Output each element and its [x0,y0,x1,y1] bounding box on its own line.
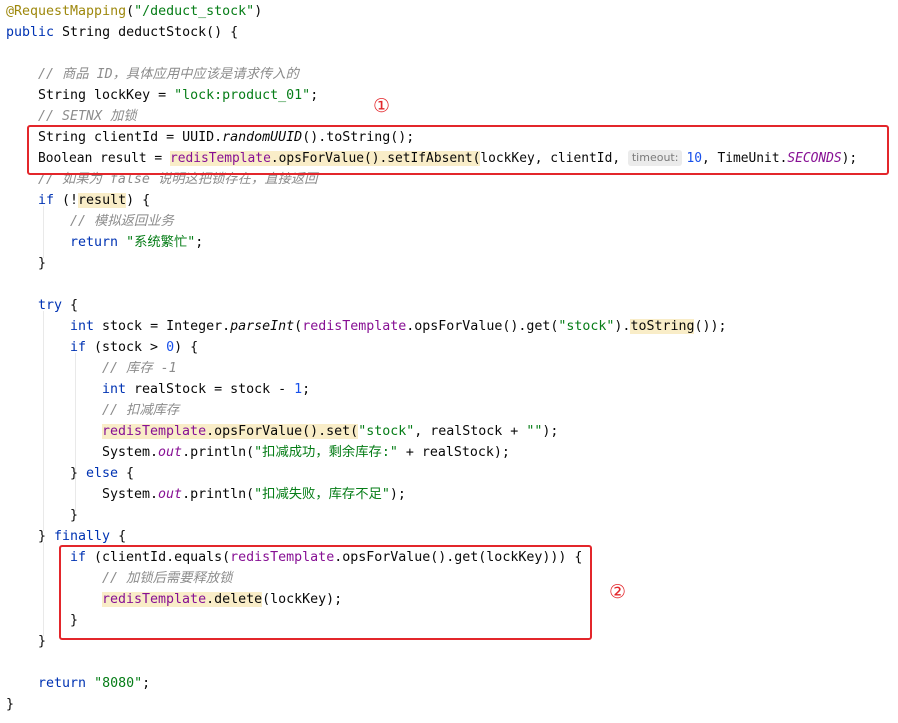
indent-guide [75,353,76,511]
code-line-19[interactable]: int realStock = stock - 1; [102,379,310,400]
string-literal: "" [526,424,543,439]
keyword: finally [54,529,111,544]
keyword: public [6,25,55,40]
indent-guide [43,206,44,258]
keyword: if [70,340,87,355]
code-line-6[interactable]: // SETNX 加锁 [38,106,137,127]
annotation-box-2 [59,545,592,640]
highlighted-variable: result [78,193,127,208]
code-line-18[interactable]: // 库存 -1 [102,358,177,379]
string-literal: "8080" [94,676,143,691]
string-literal: "系统繁忙" [126,235,196,250]
code-line-11[interactable]: // 模拟返回业务 [70,211,174,232]
code-line-12[interactable]: return "系统繁忙"; [70,232,203,253]
highlighted-call: .opsForValue().set( [206,424,359,439]
comment: // 模拟返回业务 [70,214,174,229]
string-literal: "lock:product_01" [174,88,311,103]
keyword: if [38,193,55,208]
code-line-2[interactable]: public String deductStock() { [6,22,238,43]
code-line-15[interactable]: try { [38,295,78,316]
annotation-marker-2: ② [609,581,627,603]
code-editor[interactable]: @RequestMapping("/deduct_stock") public … [0,0,898,723]
keyword: int [102,382,127,397]
comment: // 商品 ID，具体应用中应该是请求传入的 [38,67,299,82]
comment: // SETNX 加锁 [38,109,137,124]
field: redisTemplate [302,319,407,334]
code-line-26[interactable]: } finally { [38,526,126,547]
string-literal: "/deduct_stock" [134,4,255,19]
keyword: try [38,298,63,313]
highlighted-call: toString [630,319,695,334]
keyword: return [38,676,87,691]
comment: // 库存 -1 [102,361,177,376]
code-line-10[interactable]: if (!result) { [38,190,150,211]
code-line-23[interactable]: } else { [70,463,134,484]
code-line-20[interactable]: // 扣减库存 [102,400,179,421]
code-line-25[interactable]: } [70,505,78,526]
indent-guide [43,311,44,531]
highlighted-field: redisTemplate [102,424,207,439]
code-line-31[interactable]: } [38,631,46,652]
static-field: out [158,445,183,460]
static-method: parseInt [230,319,295,334]
annotation-marker-1: ① [373,95,391,117]
code-line-21[interactable]: redisTemplate.opsForValue().set("stock",… [102,421,558,442]
indent-guide [43,542,44,636]
code-line-24[interactable]: System.out.println("扣减失败，库存不足"); [102,484,406,505]
string-literal: "stock" [358,424,415,439]
number-literal: 0 [166,340,175,355]
string-literal: "扣减成功，剩余库存:" [254,445,398,460]
code-line-22[interactable]: System.out.println("扣减成功，剩余库存:" + realSt… [102,442,510,463]
annotation: @RequestMapping [6,4,127,19]
code-line-16[interactable]: int stock = Integer.parseInt(redisTempla… [70,316,727,337]
annotation-box-1 [27,125,889,175]
string-literal: "扣减失败，库存不足" [254,487,390,502]
keyword: else [86,466,119,481]
keyword: int [70,319,95,334]
code-line-5[interactable]: String lockKey = "lock:product_01"; [38,85,318,106]
number-literal: 1 [294,382,303,397]
static-field: out [158,487,183,502]
string-literal: "stock" [558,319,615,334]
code-line-1[interactable]: @RequestMapping("/deduct_stock") [6,1,262,22]
code-line-4[interactable]: // 商品 ID，具体应用中应该是请求传入的 [38,64,299,85]
code-line-17[interactable]: if (stock > 0) { [70,337,198,358]
comment: // 扣减库存 [102,403,180,418]
code-line-13[interactable]: } [38,253,46,274]
code-line-34[interactable]: } [6,694,14,715]
keyword: return [70,235,119,250]
code-line-33[interactable]: return "8080"; [38,673,150,694]
